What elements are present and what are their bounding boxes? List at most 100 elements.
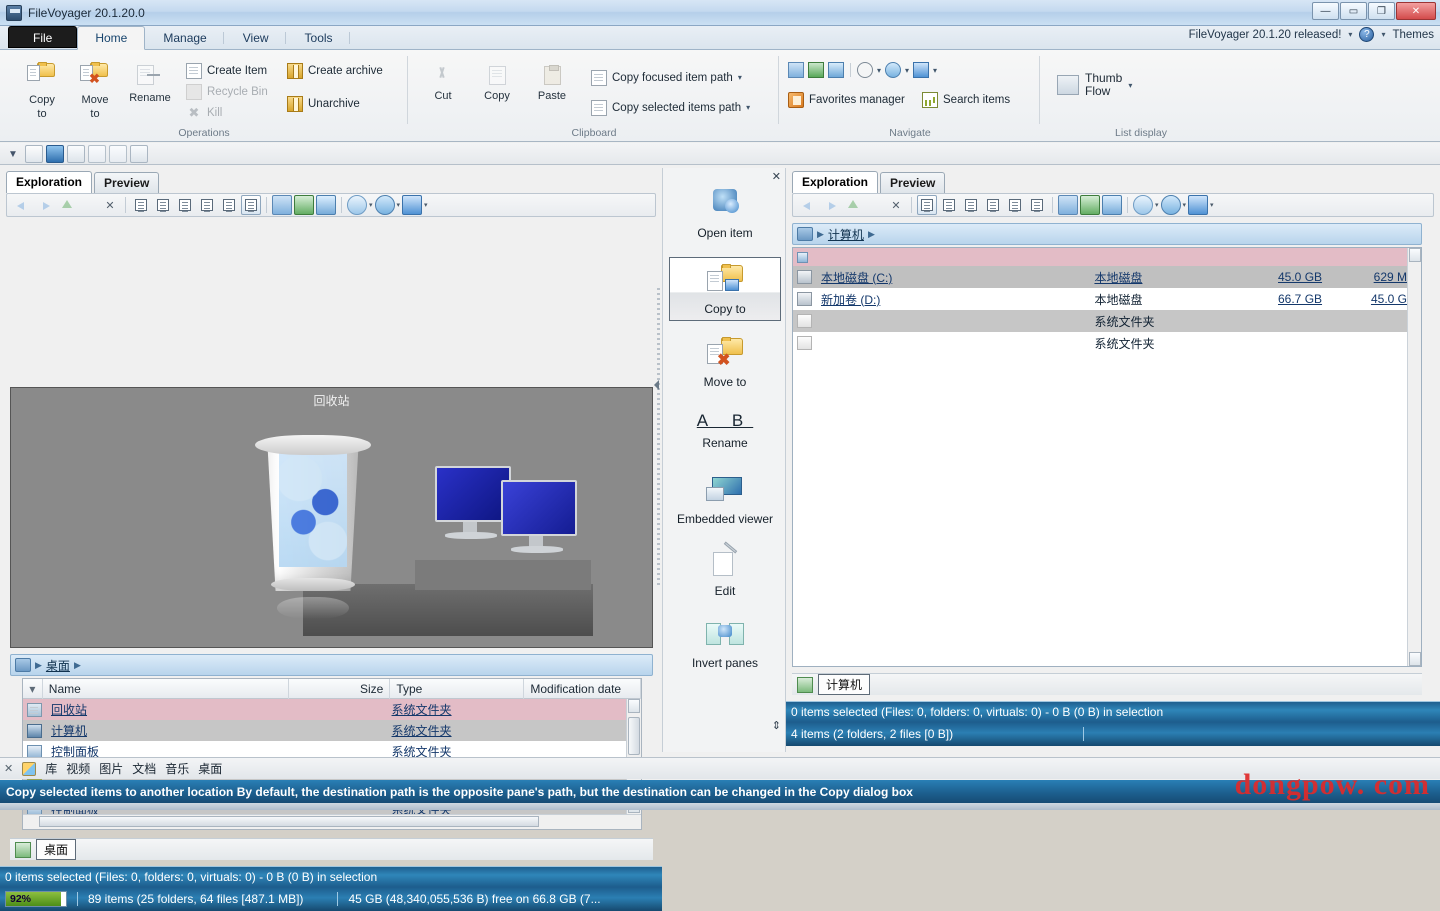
command-move-to[interactable]: ✖ Move to: [669, 331, 781, 393]
right-goto-root-icon[interactable]: [1058, 195, 1078, 215]
command-invert-panes[interactable]: Invert panes: [669, 612, 781, 674]
ribbon-copy-to-button[interactable]: Copy to: [14, 56, 70, 120]
ribbon-search-items-button[interactable]: Search items: [922, 90, 1010, 109]
right-bottom-tab-computer[interactable]: 计算机: [818, 674, 870, 695]
left-history-caret-icon[interactable]: ▾: [369, 201, 373, 209]
right-vertical-scrollbar[interactable]: [1407, 248, 1421, 666]
right-up-icon[interactable]: [842, 195, 862, 215]
chevron-down-icon-forward[interactable]: ▾: [933, 66, 937, 75]
left-path-bar[interactable]: ▶ 桌面 ▶: [10, 654, 653, 676]
left-col-size[interactable]: Size: [289, 679, 390, 699]
right-view-list-icon[interactable]: [939, 195, 959, 215]
right-path-text[interactable]: 计算机: [828, 226, 864, 243]
left-tab-preview[interactable]: Preview: [94, 172, 159, 193]
right-scroll-up-icon[interactable]: [1409, 248, 1421, 262]
left-sort-indicator[interactable]: ▾: [23, 679, 43, 699]
right-refresh-icon[interactable]: [864, 195, 884, 215]
left-bottom-tab-desktop[interactable]: 桌面: [36, 839, 76, 860]
ribbon-copy-focused-path-button[interactable]: Copy focused item path ▾: [591, 68, 742, 87]
right-path-separator-2[interactable]: ▶: [868, 229, 875, 240]
chevron-down-icon-back[interactable]: ▾: [905, 66, 909, 75]
left-view-tiles-icon[interactable]: [197, 195, 217, 215]
left-scroll-thumb[interactable]: [628, 717, 640, 755]
tree-pane-icon[interactable]: [67, 145, 85, 163]
themes-button[interactable]: Themes: [1392, 29, 1434, 41]
command-open-item[interactable]: Open item: [669, 182, 781, 244]
left-splitter-handle[interactable]: [654, 380, 662, 402]
left-scroll-up-icon[interactable]: [628, 699, 640, 713]
left-hscroll-thumb[interactable]: [39, 816, 539, 827]
ribbon-move-to-button[interactable]: ✖ Move to: [67, 56, 123, 120]
left-row-name[interactable]: 回收站: [45, 701, 283, 718]
table-row[interactable]: [793, 248, 1421, 266]
right-forward-icon[interactable]: [820, 195, 840, 215]
vertical-panes-icon[interactable]: [25, 145, 43, 163]
collapse-ribbon-icon[interactable]: ▼: [4, 145, 22, 163]
right-tab-preview[interactable]: Preview: [880, 172, 945, 193]
table-row[interactable]: 计算机 系统文件夹: [23, 720, 641, 741]
release-notice[interactable]: FileVoyager 20.1.20 released!: [1189, 29, 1342, 41]
bottom-tab-4[interactable]: 音乐: [165, 760, 189, 777]
new-tab-icon[interactable]: [797, 677, 813, 693]
ribbon-unarchive-button[interactable]: Unarchive: [287, 94, 360, 113]
back-icon[interactable]: [885, 62, 901, 78]
right-view-preview-icon[interactable]: [1027, 195, 1047, 215]
ribbon-cut-button[interactable]: Cut: [415, 62, 471, 102]
left-view-preview-icon[interactable]: [241, 195, 261, 215]
right-row-name[interactable]: 本地磁盘 (C:): [815, 269, 1088, 286]
tab-manage[interactable]: Manage: [145, 26, 224, 49]
bottom-tab-3[interactable]: 文档: [132, 760, 156, 777]
close-button[interactable]: ✕: [1396, 2, 1436, 20]
panel-drag-rail[interactable]: [657, 288, 660, 588]
left-forward-icon[interactable]: [34, 195, 54, 215]
right-view-columns-icon[interactable]: [961, 195, 981, 215]
right-scroll-down-icon[interactable]: [1409, 652, 1421, 666]
left-back-caret-icon[interactable]: ▾: [397, 201, 401, 209]
left-row-name[interactable]: 计算机: [45, 722, 283, 739]
right-stop-icon[interactable]: ✕: [886, 195, 906, 215]
tab-file[interactable]: File: [8, 26, 77, 48]
right-path-bar[interactable]: ▶ 计算机 ▶: [792, 223, 1422, 245]
right-view-thumbnails-icon[interactable]: [1005, 195, 1025, 215]
right-tab-exploration[interactable]: Exploration: [792, 171, 878, 193]
ribbon-copy-button[interactable]: Copy: [469, 62, 525, 102]
tab-view[interactable]: View: [225, 26, 287, 49]
tab-home[interactable]: Home: [77, 26, 145, 50]
left-back2-icon[interactable]: [375, 195, 395, 215]
left-col-date[interactable]: Modification date: [524, 679, 641, 699]
preview-pane-icon[interactable]: [109, 145, 127, 163]
help-icon[interactable]: ?: [1359, 27, 1374, 42]
minimize-button[interactable]: —: [1312, 2, 1339, 20]
bottom-tab-0[interactable]: 库: [45, 760, 57, 777]
left-back-icon[interactable]: [12, 195, 32, 215]
ribbon-favorites-manager-button[interactable]: Favorites manager: [788, 90, 905, 109]
left-forward2-icon[interactable]: [402, 195, 422, 215]
bottom-tab-2[interactable]: 图片: [99, 760, 123, 777]
table-row[interactable]: 本地磁盘 (C:) 本地磁盘 45.0 GB 629 MB: [793, 266, 1421, 288]
left-refresh-icon[interactable]: [78, 195, 98, 215]
right-forward-caret-icon[interactable]: ▾: [1210, 201, 1214, 209]
right-goto-up-icon[interactable]: [1080, 195, 1100, 215]
left-view-columns-icon[interactable]: [175, 195, 195, 215]
left-col-name[interactable]: Name: [43, 679, 289, 699]
command-rename[interactable]: A B Rename: [669, 406, 781, 454]
left-up-icon[interactable]: [56, 195, 76, 215]
chevron-down-icon-copy-focused[interactable]: ▾: [738, 73, 742, 82]
panel-expand-icon[interactable]: ⇕: [772, 719, 781, 732]
right-back-caret-icon[interactable]: ▾: [1183, 201, 1187, 209]
left-history-icon[interactable]: [347, 195, 367, 215]
chevron-down-icon-copy-selected[interactable]: ▾: [746, 103, 750, 112]
close-icon[interactable]: ✕: [4, 762, 13, 775]
right-back2-icon[interactable]: [1161, 195, 1181, 215]
refresh-icon[interactable]: [828, 62, 844, 78]
ribbon-thumb-flow-button[interactable]: Thumb Flow ▾: [1057, 72, 1132, 98]
left-path-text[interactable]: 桌面: [46, 657, 70, 674]
command-edit[interactable]: Edit: [669, 540, 781, 602]
ribbon-paste-button[interactable]: Paste: [524, 62, 580, 102]
chevron-down-icon-history[interactable]: ▾: [877, 66, 881, 75]
table-row[interactable]: 系统文件夹: [793, 310, 1421, 332]
left-view-details-icon[interactable]: [131, 195, 151, 215]
left-sync-icon[interactable]: [316, 195, 336, 215]
ribbon-copy-selected-path-button[interactable]: Copy selected items path ▾: [591, 98, 750, 117]
go-up-icon[interactable]: [808, 62, 824, 78]
